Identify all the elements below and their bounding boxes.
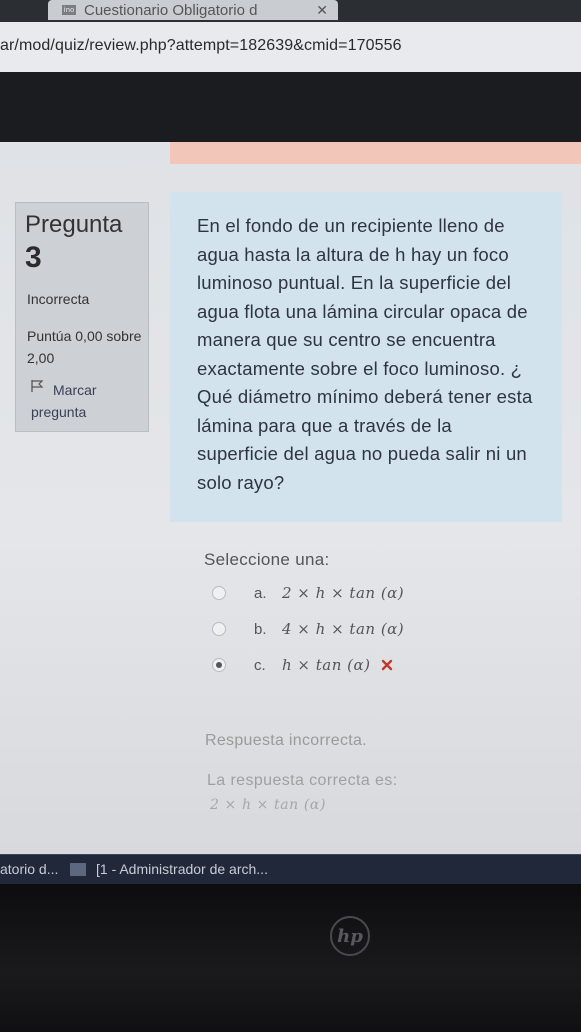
select-one-label: Seleccione una: <box>204 550 330 569</box>
hp-logo: hp <box>330 916 370 956</box>
question-grade: Puntúa 0,00 sobre 2,00 <box>27 328 142 366</box>
radio-a[interactable] <box>212 586 226 600</box>
browser-tab-strip: ino Cuestionario Obligatorio d ✕ <box>0 0 581 22</box>
answer-option-c[interactable]: c. h × tan (α) <box>212 656 393 674</box>
question-text-box: En el fondo de un recipiente lleno de ag… <box>170 192 562 522</box>
question-text: En el fondo de un recipiente lleno de ag… <box>197 215 533 493</box>
tab-title: Cuestionario Obligatorio d <box>84 1 258 19</box>
radio-b[interactable] <box>212 622 226 636</box>
radio-c[interactable] <box>212 658 226 672</box>
answer-option-b[interactable]: b. 4 × h × tan (α) <box>212 620 404 638</box>
taskbar-item-file-manager[interactable]: [1 - Administrador de arch... <box>96 861 268 877</box>
option-text: 4 × h × tan (α) <box>282 620 405 638</box>
question-state: Incorrecta <box>27 291 90 307</box>
favicon-icon: ino <box>62 5 76 15</box>
taskbar: atorio d... [1 - Administrador de arch..… <box>0 854 581 885</box>
taskbar-item-browser[interactable]: atorio d... <box>0 861 58 877</box>
option-letter: c. <box>254 656 266 674</box>
option-text: h × tan (α) <box>282 656 371 674</box>
address-bar[interactable]: ar/mod/quiz/review.php?attempt=182639&cm… <box>0 22 581 73</box>
site-header <box>0 72 581 142</box>
question-info-box: Pregunta 3 Incorrecta Puntúa 0,00 sobre … <box>15 202 149 432</box>
flag-question-link[interactable]: Marcar pregunta <box>31 379 141 423</box>
correct-answer-label: La respuesta correcta es: <box>207 772 398 789</box>
feedback-text: Respuesta incorrecta. <box>205 732 367 749</box>
file-manager-icon <box>70 863 86 876</box>
quiz-review-page: Pregunta 3 Incorrecta Puntúa 0,00 sobre … <box>0 142 581 854</box>
option-letter: a. <box>254 584 267 602</box>
url-text[interactable]: ar/mod/quiz/review.php?attempt=182639&cm… <box>0 37 402 55</box>
review-summary-strip <box>170 142 581 164</box>
incorrect-icon <box>381 659 392 671</box>
browser-tab[interactable]: ino Cuestionario Obligatorio d ✕ <box>48 0 338 20</box>
question-label: Pregunta <box>25 211 123 238</box>
laptop-bezel <box>0 884 581 1032</box>
correct-answer-value: 2 × h × tan (α) <box>210 797 327 813</box>
question-number: 3 <box>25 241 42 274</box>
option-text: 2 × h × tan (α) <box>282 584 405 602</box>
option-letter: b. <box>254 620 267 638</box>
answer-option-a[interactable]: a. 2 × h × tan (α) <box>212 584 404 602</box>
close-icon[interactable]: ✕ <box>316 2 328 19</box>
